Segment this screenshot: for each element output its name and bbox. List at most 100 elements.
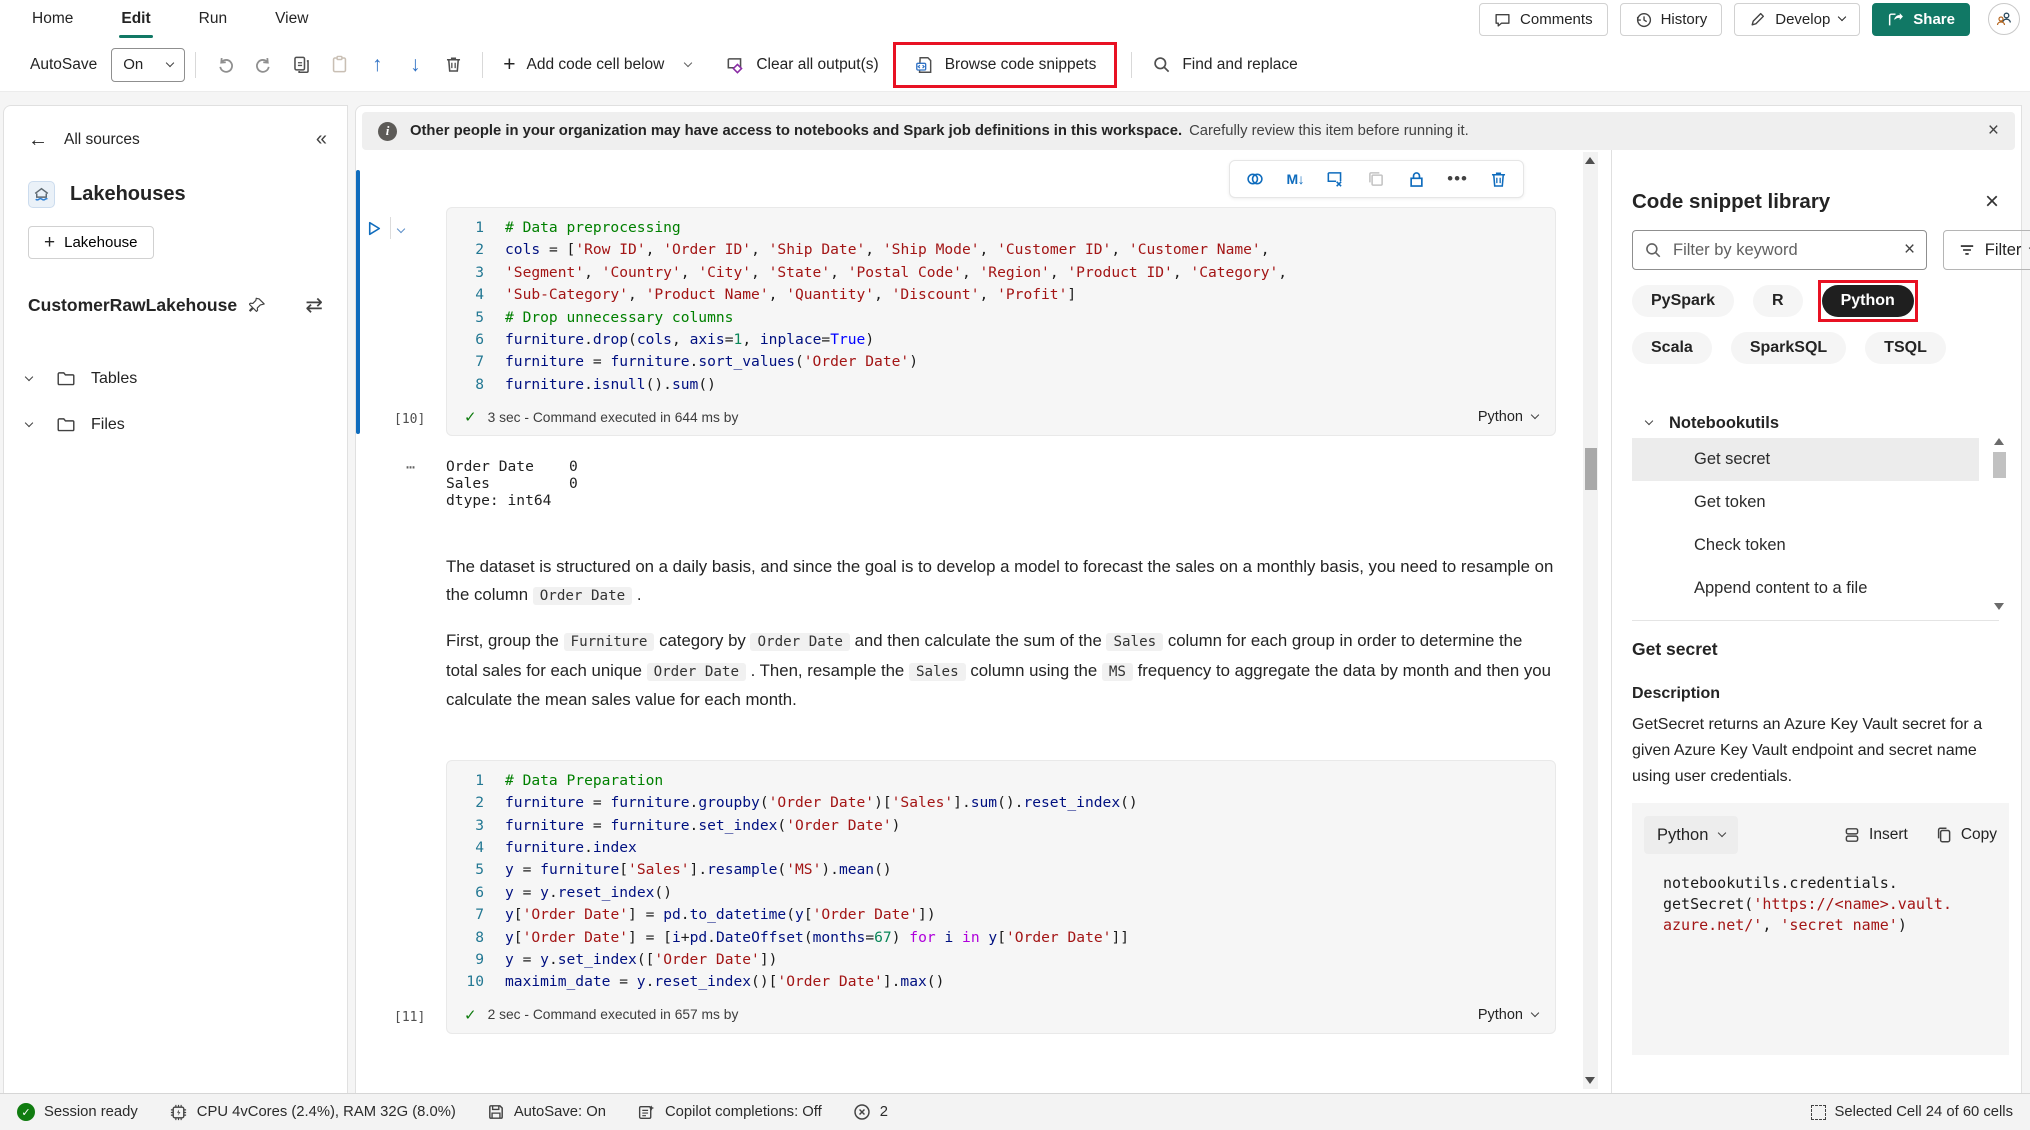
code-line[interactable]: 6furniture.drop(cols, axis=1, inplace=Tr… <box>447 329 1555 351</box>
code-line[interactable]: 1# Data Preparation <box>447 770 1555 792</box>
snippet-group-header[interactable]: Notebookutils <box>1632 408 2009 438</box>
collapse-output-icon[interactable]: ⋯ <box>406 458 446 509</box>
menu-view[interactable]: View <box>273 4 310 34</box>
add-lakehouse-button[interactable]: + Lakehouse <box>28 226 154 259</box>
delete-cell-icon[interactable] <box>1489 170 1508 189</box>
lakehouse-name[interactable]: CustomerRawLakehouse <box>28 295 237 316</box>
pill-tsql[interactable]: TSQL <box>1865 332 1946 364</box>
pill-pyspark[interactable]: PySpark <box>1632 285 1734 317</box>
code-line[interactable]: 10maximim_date = y.reset_index()['Order … <box>447 971 1555 993</box>
code-line[interactable]: 5# Drop unnecessary columns <box>447 307 1555 329</box>
redo-button[interactable] <box>244 46 282 84</box>
convert-to-markdown-icon[interactable]: M↓ <box>1286 171 1304 187</box>
run-cell-button[interactable] <box>366 220 383 237</box>
code-line[interactable]: 6y = y.reset_index() <box>447 882 1555 904</box>
code-line[interactable]: 3'Segment', 'Country', 'City', 'State', … <box>447 262 1555 284</box>
code-line[interactable]: 3furniture = furniture.set_index('Order … <box>447 815 1555 837</box>
history-button[interactable]: History <box>1620 3 1723 36</box>
share-button[interactable]: Share <box>1872 3 1970 36</box>
code-line[interactable]: 9y = y.set_index(['Order Date']) <box>447 949 1555 971</box>
undo-button[interactable] <box>206 46 244 84</box>
resource-usage[interactable]: CPU 4vCores (2.4%), RAM 32G (8.0%) <box>169 1103 456 1122</box>
code-editor[interactable]: 1# Data preprocessing2cols = ['Row ID', … <box>446 207 1556 436</box>
add-code-cell-button[interactable]: + Add code cell below <box>493 46 701 83</box>
paste-button[interactable] <box>320 46 358 84</box>
back-arrow-icon[interactable]: ← <box>28 130 48 150</box>
close-icon[interactable]: × <box>1988 120 1999 142</box>
code-line[interactable]: 2furniture = furniture.groupby('Order Da… <box>447 792 1555 814</box>
error-count[interactable]: 2 <box>853 1103 888 1121</box>
more-options-icon[interactable]: ••• <box>1447 169 1468 189</box>
menu-run[interactable]: Run <box>197 4 229 34</box>
snippet-item-get-token[interactable]: Get token <box>1632 481 1979 524</box>
notebook-scrollbar[interactable] <box>1583 152 1598 1089</box>
pill-python[interactable]: Python <box>1822 285 1914 317</box>
chevron-down-icon[interactable] <box>26 424 56 426</box>
snippet-search-input[interactable] <box>1671 240 1895 261</box>
code-cell-2[interactable]: 1# Data Preparation2furniture = furnitur… <box>356 760 1556 1034</box>
code-line[interactable]: 4'Sub-Category', 'Product Name', 'Quanti… <box>447 284 1555 306</box>
clear-cell-output-icon[interactable] <box>1325 169 1345 189</box>
code-line[interactable]: 8y['Order Date'] = [i+pd.DateOffset(mont… <box>447 927 1555 949</box>
scroll-up-arrow[interactable] <box>1585 157 1595 164</box>
menu-edit[interactable]: Edit <box>119 4 152 34</box>
scroll-down-arrow[interactable] <box>1994 603 2004 610</box>
code-line[interactable]: 2cols = ['Row ID', 'Order ID', 'Ship Dat… <box>447 239 1555 261</box>
filter-button[interactable]: Filter <box>1943 230 2030 270</box>
code-cell-1[interactable]: M↓ ••• <box>356 160 1556 436</box>
comments-button[interactable]: Comments <box>1479 3 1608 36</box>
autosave-dropdown[interactable]: On <box>111 48 185 82</box>
tree-item-tables[interactable]: Tables <box>4 356 347 402</box>
snippet-item-append-content[interactable]: Append content to a file <box>1632 567 1979 610</box>
close-icon[interactable]: × <box>1985 190 1999 214</box>
lock-cell-icon[interactable] <box>1407 170 1426 189</box>
code-line[interactable]: 5y = furniture['Sales'].resample('MS').m… <box>447 859 1555 881</box>
delete-cell-button[interactable] <box>434 46 472 84</box>
snippet-item-get-secret[interactable]: Get secret <box>1632 438 1979 481</box>
all-sources-label[interactable]: All sources <box>64 131 140 149</box>
pill-sparksql[interactable]: SparkSQL <box>1731 332 1846 364</box>
copy-snippet-button[interactable]: Copy <box>1935 826 1997 844</box>
pill-r[interactable]: R <box>1753 285 1803 317</box>
code-line[interactable]: 7y['Order Date'] = pd.to_datetime(y['Ord… <box>447 904 1555 926</box>
move-cell-down-button[interactable]: ↓ <box>396 46 434 84</box>
code-line[interactable]: 8furniture.isnull().sum() <box>447 374 1555 396</box>
pill-scala[interactable]: Scala <box>1632 332 1712 364</box>
find-and-replace-button[interactable]: Find and replace <box>1142 47 1307 82</box>
pin-icon[interactable] <box>249 297 267 315</box>
cell-language-selector[interactable]: Python <box>1478 1007 1538 1023</box>
swap-lakehouse-icon[interactable]: ⇄ <box>305 293 323 318</box>
code-editor[interactable]: 1# Data Preparation2furniture = furnitur… <box>446 760 1556 1034</box>
develop-button[interactable]: Develop <box>1734 3 1860 36</box>
duplicate-cell-icon[interactable] <box>1366 169 1386 189</box>
code-line[interactable]: 1# Data preprocessing <box>447 217 1555 239</box>
browse-code-snippets-button[interactable]: Browse code snippets <box>904 47 1107 83</box>
tree-item-files[interactable]: Files <box>4 402 347 448</box>
copy-button[interactable] <box>282 46 320 84</box>
run-options-chevron-icon[interactable] <box>398 219 404 237</box>
collapse-sidebar-icon[interactable]: « <box>316 128 327 151</box>
account-avatar[interactable] <box>1988 3 2020 35</box>
menu-home[interactable]: Home <box>30 4 75 34</box>
autosave-status[interactable]: AutoSave: On <box>487 1103 606 1121</box>
code-line[interactable]: 4furniture.index <box>447 837 1555 859</box>
clear-all-outputs-button[interactable]: Clear all output(s) <box>715 47 888 83</box>
snippet-language-dropdown[interactable]: Python <box>1644 816 1738 854</box>
copilot-status[interactable]: Copilot completions: Off <box>637 1103 822 1122</box>
clear-search-icon[interactable]: × <box>1904 239 1915 261</box>
cell-language-selector[interactable]: Python <box>1478 409 1538 425</box>
snippet-list-scrollbar[interactable] <box>1992 438 2007 610</box>
scroll-down-arrow[interactable] <box>1585 1077 1595 1084</box>
snippet-search-box[interactable]: × <box>1632 230 1927 270</box>
chevron-down-icon[interactable] <box>26 378 56 380</box>
divider <box>195 52 196 78</box>
insert-snippet-button[interactable]: Insert <box>1843 826 1908 844</box>
markdown-cell[interactable]: The dataset is structured on a daily bas… <box>446 553 1556 714</box>
scroll-up-arrow[interactable] <box>1994 438 2004 445</box>
code-line[interactable]: 7furniture = furniture.sort_values('Orde… <box>447 351 1555 373</box>
move-cell-up-button[interactable]: ↑ <box>358 46 396 84</box>
data-wrangler-icon[interactable] <box>1245 169 1265 189</box>
scrollbar-thumb[interactable] <box>1585 448 1597 490</box>
scrollbar-thumb[interactable] <box>1993 452 2006 478</box>
snippet-item-check-token[interactable]: Check token <box>1632 524 1979 567</box>
